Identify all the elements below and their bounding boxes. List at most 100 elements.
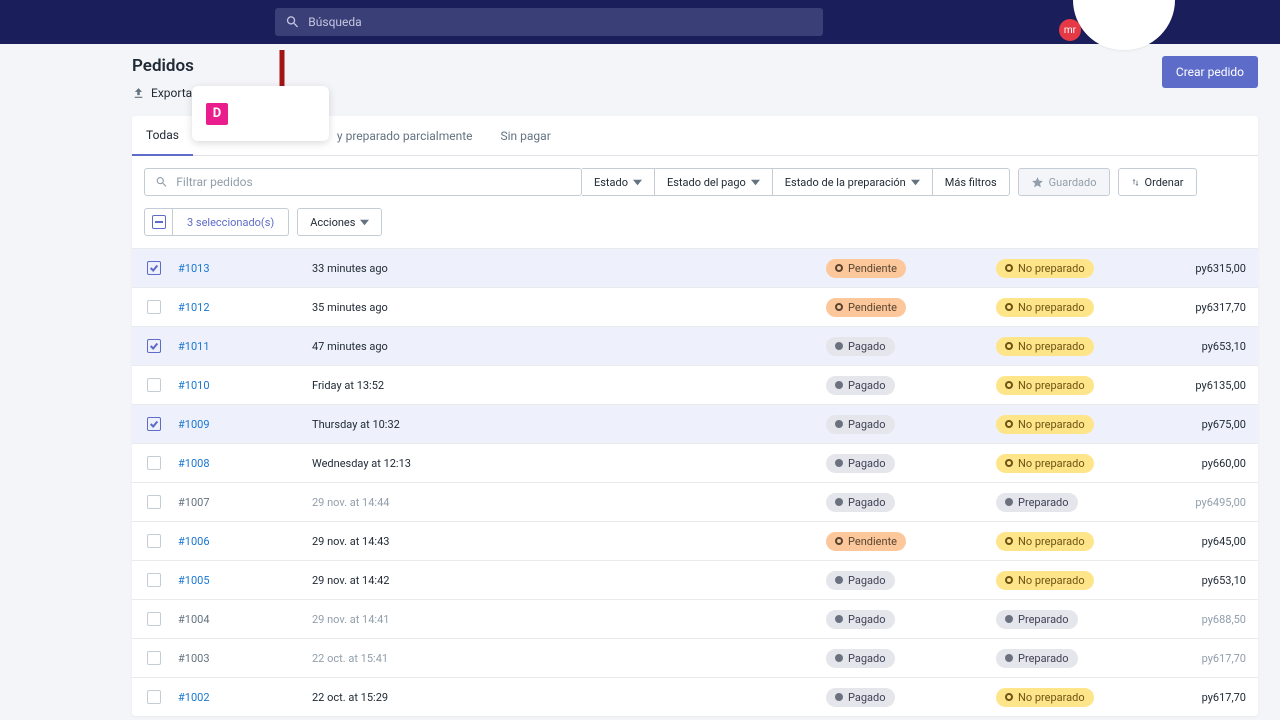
fulfillment-badge-unfulfilled: No preparado: [996, 571, 1094, 590]
table-row[interactable]: #100629 nov. at 14:43PendienteNo prepara…: [132, 521, 1258, 560]
row-checkbox[interactable]: [147, 651, 161, 665]
star-icon: [1031, 176, 1044, 189]
fulfillment-badge-unfulfilled: No preparado: [996, 298, 1094, 317]
sort-icon: [1131, 178, 1140, 187]
export-icon: [132, 87, 145, 100]
table-row[interactable]: #100222 oct. at 15:29PagadoNo preparadop…: [132, 677, 1258, 716]
order-id[interactable]: #1007: [164, 496, 312, 509]
row-checkbox[interactable]: [147, 534, 161, 548]
export-button[interactable]: Exportar: [132, 86, 196, 100]
tab-unpaid[interactable]: Sin pagar: [487, 116, 565, 155]
payment-badge-paid: Pagado: [826, 493, 895, 512]
order-id[interactable]: #1008: [164, 457, 312, 470]
payment-badge-paid: Pagado: [826, 649, 895, 668]
order-id[interactable]: #1006: [164, 535, 312, 548]
order-id[interactable]: #1013: [164, 262, 312, 275]
order-date: Thursday at 10:32: [312, 418, 622, 431]
payment-badge-pending: Pendiente: [826, 532, 906, 551]
chevron-down-icon: [360, 218, 369, 227]
filter-search[interactable]: [144, 168, 582, 196]
avatar-group: mr: [1059, 0, 1175, 50]
filter-fulfillment-status[interactable]: Estado de la preparación: [773, 168, 933, 196]
filter-saved[interactable]: Guardado: [1018, 168, 1110, 196]
selected-count: 3 seleccionado(s): [173, 209, 288, 235]
selection-bar: 3 seleccionado(s) Acciones: [132, 208, 1258, 248]
fulfillment-badge-unfulfilled: No preparado: [996, 415, 1094, 434]
table-row[interactable]: #100322 oct. at 15:41PagadoPreparadopy61…: [132, 638, 1258, 677]
selection-control[interactable]: 3 seleccionado(s): [144, 208, 289, 236]
fulfillment-badge-fulfilled: Preparado: [996, 610, 1078, 629]
user-avatar[interactable]: mr: [1059, 19, 1081, 41]
order-id[interactable]: #1002: [164, 691, 312, 704]
table-row[interactable]: #101333 minutes agoPendienteNo preparado…: [132, 248, 1258, 287]
payment-badge-pending: Pendiente: [826, 259, 906, 278]
order-id[interactable]: #1003: [164, 652, 312, 665]
order-date: 29 nov. at 14:42: [312, 574, 622, 587]
order-id[interactable]: #1012: [164, 301, 312, 314]
filters-row: Estado Estado del pago Estado de la prep…: [132, 156, 1258, 208]
filter-input[interactable]: [176, 175, 571, 189]
payment-badge-pending: Pendiente: [826, 298, 906, 317]
order-date: 35 minutes ago: [312, 301, 622, 314]
filter-more[interactable]: Más filtros: [933, 168, 1010, 196]
tab-all[interactable]: Todas: [132, 117, 193, 156]
filter-payment-status[interactable]: Estado del pago: [655, 168, 773, 196]
table-row[interactable]: #101235 minutes ago Pendiente No preparado…: [132, 287, 1258, 326]
row-checkbox[interactable]: [147, 339, 161, 353]
table-row[interactable]: #101147 minutes agoPagadoNo preparadopy6…: [132, 326, 1258, 365]
order-id[interactable]: #1009: [164, 418, 312, 431]
table-row[interactable]: #100429 nov. at 14:41 Pagado Preparado py68…: [132, 599, 1258, 638]
row-checkbox[interactable]: [147, 417, 161, 431]
orders-table: #101333 minutes agoPendienteNo preparado…: [132, 248, 1258, 716]
order-amount: py653,10: [1166, 340, 1246, 353]
tab-partial[interactable]: y preparado parcialmente: [323, 116, 487, 155]
row-checkbox[interactable]: [147, 261, 161, 275]
chevron-down-icon: [751, 178, 760, 187]
orders-card: D Todas y preparado parcialmente Sin pag…: [132, 116, 1258, 716]
create-order-button[interactable]: Crear pedido: [1162, 56, 1258, 88]
row-checkbox[interactable]: [147, 573, 161, 587]
order-date: 29 nov. at 14:41: [312, 613, 622, 626]
order-id[interactable]: #1010: [164, 379, 312, 392]
payment-badge-paid: Pagado: [826, 610, 895, 629]
order-amount: py688,50: [1166, 613, 1246, 626]
order-amount: py6315,00: [1166, 262, 1246, 275]
payment-badge-paid: Pagado: [826, 337, 895, 356]
row-checkbox[interactable]: [147, 378, 161, 392]
order-id[interactable]: #1005: [164, 574, 312, 587]
table-row[interactable]: #1009Thursday at 10:32 Pagado No preparado…: [132, 404, 1258, 443]
table-row[interactable]: #1008Wednesday at 12:13PagadoNo preparad…: [132, 443, 1258, 482]
order-amount: py645,00: [1166, 535, 1246, 548]
row-checkbox[interactable]: [147, 456, 161, 470]
order-id[interactable]: #1011: [164, 340, 312, 353]
row-checkbox[interactable]: [147, 300, 161, 314]
app-popup[interactable]: D: [192, 86, 329, 141]
sort-button[interactable]: Ordenar: [1118, 168, 1197, 196]
order-id[interactable]: #1004: [164, 613, 312, 626]
payment-badge-paid: Pagado: [826, 415, 895, 434]
fulfillment-badge-fulfilled: Preparado: [996, 649, 1078, 668]
order-date: Friday at 13:52: [312, 379, 622, 392]
fulfillment-badge-unfulfilled: No preparado: [996, 337, 1094, 356]
filter-status[interactable]: Estado: [582, 168, 655, 196]
order-date: 29 nov. at 14:44: [312, 496, 622, 509]
order-amount: py6135,00: [1166, 379, 1246, 392]
row-checkbox[interactable]: [147, 612, 161, 626]
topbar: mr: [0, 0, 1280, 44]
search-input[interactable]: [308, 15, 813, 29]
export-label: Exportar: [151, 86, 196, 100]
order-date: 22 oct. at 15:29: [312, 691, 622, 704]
fulfillment-badge-fulfilled: Preparado: [996, 493, 1078, 512]
bulk-actions-button[interactable]: Acciones: [297, 208, 382, 236]
table-row[interactable]: #100729 nov. at 14:44PagadoPreparadopy64…: [132, 482, 1258, 521]
row-checkbox[interactable]: [147, 690, 161, 704]
table-row[interactable]: #100529 nov. at 14:42PagadoNo preparadop…: [132, 560, 1258, 599]
order-amount: py653,10: [1166, 574, 1246, 587]
table-row[interactable]: #1010Friday at 13:52PagadoNo preparadopy…: [132, 365, 1258, 404]
fulfillment-badge-unfulfilled: No preparado: [996, 376, 1094, 395]
select-all-checkbox[interactable]: [145, 209, 173, 235]
row-checkbox[interactable]: [147, 495, 161, 509]
global-search[interactable]: [275, 8, 823, 36]
search-icon: [155, 175, 168, 189]
fulfillment-badge-unfulfilled: No preparado: [996, 454, 1094, 473]
